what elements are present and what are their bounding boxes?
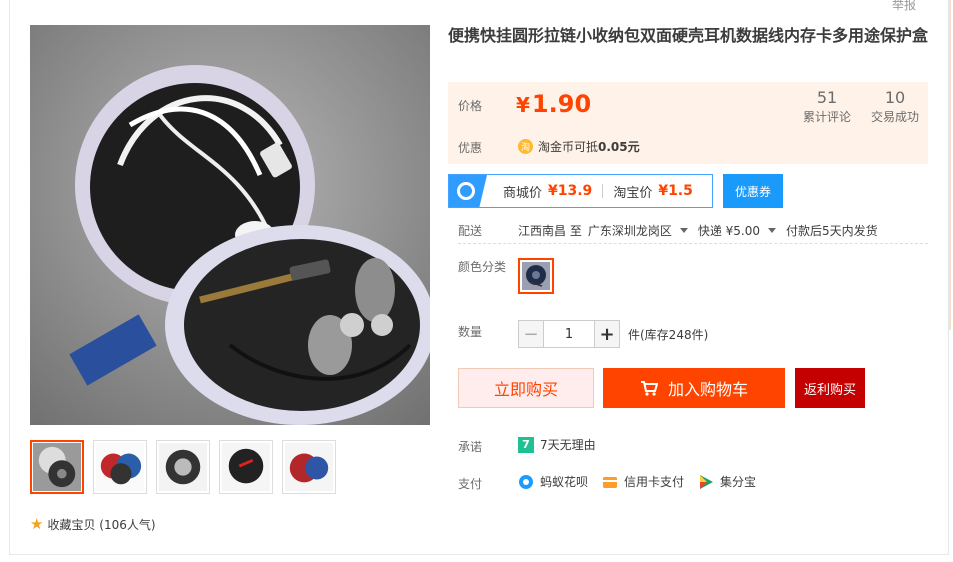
discount-info: 淘 淘金币可抵 0.05元 [518,138,640,155]
price-number: 1.90 [531,90,592,118]
seven-day-icon: 7 [518,436,534,453]
discount-text: 淘金币可抵 [538,140,599,154]
side-divider [949,0,951,330]
payment-methods: 蚂蚁花呗 信用卡支付 集分宝 [518,473,770,490]
payment-huabei[interactable]: 蚂蚁花呗 [518,473,588,490]
credit-card-icon [603,476,618,488]
payment-label: 支付 [458,477,483,491]
thumbnail-4[interactable] [219,440,273,494]
shipping-row: 配送 江西南昌 至 广东深圳龙岗区 快递 ¥5.00 付款后5天内发货 [458,218,928,244]
huabei-icon [519,474,533,489]
price-compare-bar: 商城价 ¥13.9 淘宝价 ¥1.5 [448,174,713,208]
taobao-price-label: 淘宝价 [613,185,653,201]
thumbnail-1[interactable] [30,440,84,494]
thumbnail-image [159,443,207,491]
shipping-method: 快递 ¥5.00 [697,224,761,238]
jifenbao-icon [700,474,714,489]
thumbnail-image [222,443,270,491]
report-link[interactable]: 举报 [892,0,916,13]
price-label: 价格 [458,99,483,113]
payment-method-label: 蚂蚁花呗 [540,475,589,489]
chevron-down-icon [679,228,688,233]
thumbnail-image [285,443,333,491]
favorite-link[interactable]: ★ 收藏宝贝 (106人气) [30,515,156,533]
deal-label: 交易成功 [870,110,919,124]
promise-label: 承诺 [458,440,483,454]
discount-amount: 0.05元 [598,140,640,154]
shipping-note: 付款后5天内发货 [786,224,878,238]
quantity-minus-button[interactable]: − [518,320,544,348]
earphone-case-photo [30,25,430,425]
discount-label: 优惠 [458,141,483,155]
thumbnail-3[interactable] [156,440,210,494]
taobao-price-value: ¥1.5 [658,183,693,199]
payment-method-label: 信用卡支付 [624,475,685,489]
shipping-method-select[interactable]: 快递 ¥5.00 [698,222,786,239]
review-count: 51 [816,88,838,107]
promise-text: 7天无理由 [540,438,596,452]
thumbnail-2[interactable] [93,440,147,494]
quantity-input[interactable]: 1 [544,320,594,348]
taojinbi-coin-icon: 淘 [518,139,533,154]
price-box: 价格 ¥ 1.90 51 累计评论 10 交易成功 优惠 淘 淘金币可抵 0.0… [448,82,928,164]
quantity-plus-button[interactable]: + [594,320,620,348]
main-product-image[interactable] [30,25,430,425]
color-swatch-image [522,262,550,290]
promise-item[interactable]: 7 7天无理由 [518,436,596,453]
chevron-down-icon [768,228,777,233]
payment-method-label: 集分宝 [720,475,757,489]
thumbnail-image [96,443,144,491]
deal-stat: 10 交易成功 [870,88,920,126]
color-option-selected[interactable] [518,258,554,294]
price-compare-logo-icon [449,175,487,207]
stock-text: 件(库存248件) [628,327,709,342]
mall-price-value: ¥13.9 [548,183,593,199]
favorite-text: 收藏宝贝 (106人气) [47,517,156,532]
star-icon: ★ [30,515,44,533]
price-currency: ¥ [516,93,530,117]
buy-now-button[interactable]: 立即购买 [458,368,594,408]
review-stat[interactable]: 51 累计评论 [802,88,852,126]
product-title: 便携快挂圆形拉链小收纳包双面硬壳耳机数据线内存卡多用途保护盒 [448,26,929,45]
mall-price-label: 商城价 [503,185,543,201]
add-to-cart-label: 加入购物车 [667,380,748,399]
shipping-from: 江西南昌 至 [518,224,582,238]
shipping-destination: 广东深圳龙岗区 [587,224,672,238]
payment-jifenbao[interactable]: 集分宝 [698,473,756,490]
price-value: ¥ 1.90 [516,90,591,118]
shipping-label: 配送 [458,224,483,238]
add-to-cart-button[interactable]: 加入购物车 [603,368,785,408]
coupon-button[interactable]: 优惠券 [723,174,783,208]
divider [602,184,604,198]
deal-count: 10 [884,88,906,107]
color-label: 颜色分类 [458,260,507,274]
thumbnail-5[interactable] [282,440,336,494]
shipping-destination-select[interactable]: 广东深圳龙岗区 [588,222,698,239]
quantity-label: 数量 [458,325,483,339]
thumbnail-strip [30,440,345,494]
quantity-stepper: − 1 + 件(库存248件) [518,320,708,348]
thumbnail-image [33,443,81,491]
payment-credit-card[interactable]: 信用卡支付 [602,473,684,490]
rebate-buy-button[interactable]: 返利购买 [795,368,865,408]
cart-icon [640,381,658,396]
review-label: 累计评论 [802,110,851,124]
